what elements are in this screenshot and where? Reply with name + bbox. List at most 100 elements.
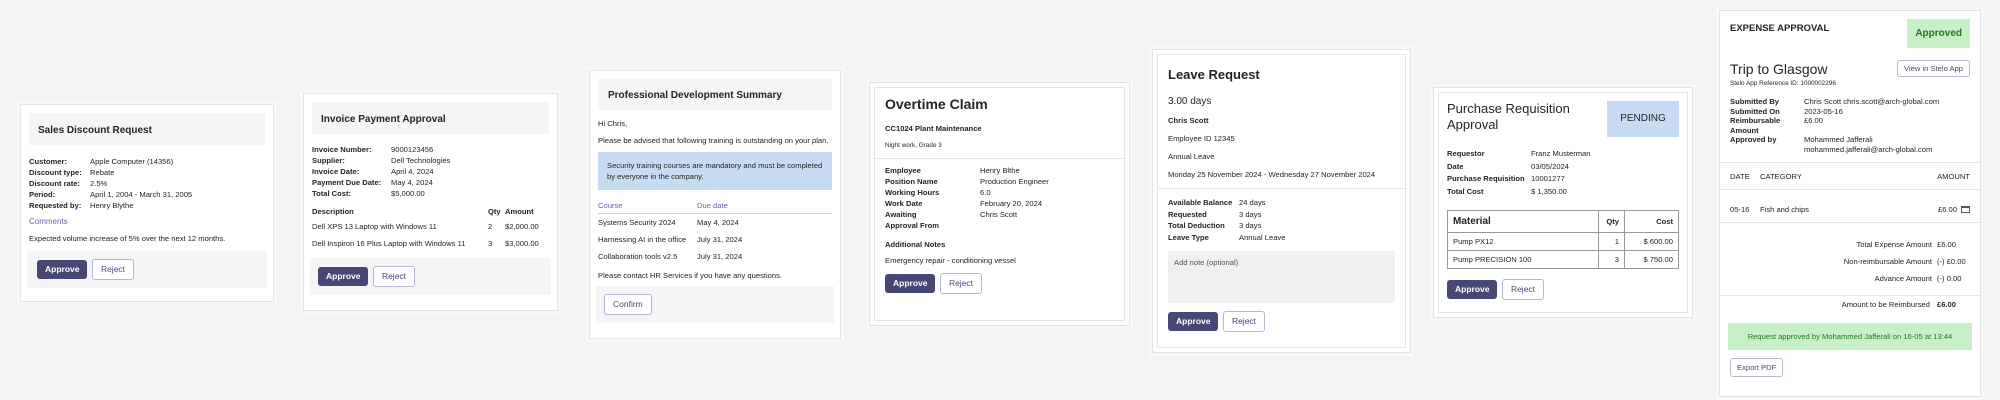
field-list: Requestor Franz Musterman Date 03/05/2024 … [1447,148,1679,198]
notes-text: Emergency repair - conditioning vessel [885,256,1016,265]
field-value: 3 days [1239,209,1262,219]
field-value: May 4, 2024 [391,178,433,187]
expense-approval-card: EXPENSE APPROVAL Approved Trip to Glasgo… [1719,10,1981,397]
cell-cost: $ 750.00 [1624,250,1679,269]
cell-qty: 2 [488,222,493,231]
status-badge: Approved [1907,19,1970,48]
confirm-button[interactable]: Confirm [604,294,652,315]
card-title: Invoice Payment Approval [312,102,549,134]
field-label: Leave Type [1168,232,1209,242]
field-value: Franz Musterman [1531,149,1591,158]
reject-button[interactable]: Reject [939,273,983,294]
action-bar: Approve Reject [1158,303,1405,332]
card-heading: EXPENSE APPROVAL [1730,23,1830,34]
cell-due-date: May 4, 2024 [697,218,739,227]
field-value: Apple Computer (14356) [90,157,174,166]
export-pdf-button[interactable]: Export PDF [1730,358,1784,377]
reject-button[interactable]: Reject [372,266,416,287]
total-label: Advance Amount [1874,274,1932,283]
cell-description: Dell XPS 13 Laptop with Windows 11 [312,222,437,231]
approve-button[interactable]: Approve [1168,312,1219,331]
action-bar: Approve Reject [885,273,1114,294]
field-value: 2.5% [90,179,108,188]
comments-link[interactable]: Comments [29,217,265,226]
overtime-claim-card: Overtime Claim CC1024 Plant Maintenance … [869,82,1130,326]
cell-qty: 3 [1598,250,1625,269]
field-label: Customer: [29,157,67,166]
course-table: Course Due date Systems Security 2024 May… [598,198,832,265]
field-value: February 20, 2024 [980,199,1043,208]
field-value: Annual Leave [1239,232,1286,242]
greeting-text: Hi Chris, [598,119,628,128]
employee-name: Chris Scott [1168,116,1209,125]
field-label: Position Name [885,177,938,186]
cost-center: CC1024 Plant Maintenance [885,124,982,133]
expense-columns: DATE CATEGORY AMOUNT [1730,172,1970,181]
shift-info: Night work, Grade 3 [885,142,942,149]
field-label: Purchase Requisition [1447,174,1525,183]
receipt-icon[interactable] [1961,206,1970,213]
column-header: Amount [505,207,534,216]
action-bar: Approve Reject [27,251,267,288]
reject-button[interactable]: Reject [1501,279,1545,300]
leave-request-card: Leave Request 3.00 days Chris Scott Empl… [1152,49,1411,353]
approval-banner: Request approved by Mohammed Jafferali o… [1728,323,1972,350]
sales-discount-card: Sales Discount Request Customer: Apple Co… [20,104,274,302]
table-row: Systems Security 2024 May 4, 2024 [598,214,832,232]
total-value: £6.00 [1937,240,1957,249]
field-value: £6.00 [1804,116,1824,125]
field-list: Invoice Number: 9000123456 Supplier: Dell … [312,134,549,199]
field-value: $ 1,350.00 [1531,186,1567,196]
column-header: Due date [697,198,832,214]
view-in-app-button[interactable]: View in Stelo App [1897,60,1970,77]
column-header: CATEGORY [1760,172,1802,181]
table-row: Harnessing AI in the office July 31, 2024 [598,231,832,248]
field-value: April 1, 2004 - March 31, 2005 [90,190,193,199]
approve-button[interactable]: Approve [1447,280,1498,299]
approve-button[interactable]: Approve [885,274,936,293]
divider [1720,295,1980,296]
cell-course: Collaboration tools v2.5 [598,252,678,261]
cell-material: Pump PRECISION 100 [1447,250,1599,269]
field-value: 9000123456 [391,145,434,154]
reject-button[interactable]: Reject [91,259,135,280]
info-banner: Security training courses are mandatory … [598,152,832,190]
column-header: Material [1447,210,1599,233]
cell-material: Pump PX12 [1447,232,1599,251]
date-range: Monday 25 November 2024 - Wednesday 27 N… [1168,170,1376,179]
field-value: 2023-05-16 [1804,106,1843,116]
field-label: Supplier: [312,156,345,165]
cell-date: 05-16 [1730,205,1750,214]
table-row: Dell XPS 13 Laptop with Windows 11 2 $2,… [312,218,549,235]
cell-category: Fish and chips [1760,205,1809,214]
reimbursement-label: Amount to be Reimbursed [1841,300,1930,309]
field-label: Invoice Date: [312,167,360,176]
divider [875,158,1124,159]
note-input[interactable]: Add note (optional) [1168,251,1395,303]
column-header: Course [598,198,697,214]
approve-button[interactable]: Approve [37,260,88,279]
training-summary-card: Professional Development Summary Hi Chri… [589,70,841,339]
table-row: Dell Inspiron 16 Plus Laptop with Window… [312,235,549,252]
field-list: Employee Henry Blthe Position Name Product… [885,165,1114,231]
field-list: Submitted By Chris Scott chris.scott@arch… [1730,97,1970,154]
cell-amount: £6.00 [1937,205,1957,214]
table-row: Pump PRECISION 100 3 $ 750.00 [1447,250,1679,269]
reject-button[interactable]: Reject [1222,311,1266,332]
card-title: Overtime Claim [885,96,988,112]
cell-qty: 1 [1598,232,1625,251]
field-label: Payment Due Date: [312,178,382,187]
line-items-table: Description Qty Amount Dell XPS 13 Lapto… [312,205,549,252]
cell-amount: $2,000.00 [505,222,539,231]
field-value: Chris Scott chris.scott@arch-global.com [1804,97,1940,106]
field-label: Submitted On [1730,106,1780,116]
field-label: Awaiting Approval From [885,210,940,230]
divider [1720,162,1980,163]
field-label: Requested by: [29,201,82,210]
approve-button[interactable]: Approve [318,267,369,286]
cell-cost: $ 600.00 [1624,232,1679,251]
expense-row: 05-16 Fish and chips £6.00 [1730,205,1970,214]
leave-type: Annual Leave [1168,152,1215,161]
total-label: Total Expense Amount [1856,240,1932,249]
card-title: Sales Discount Request [29,113,265,145]
